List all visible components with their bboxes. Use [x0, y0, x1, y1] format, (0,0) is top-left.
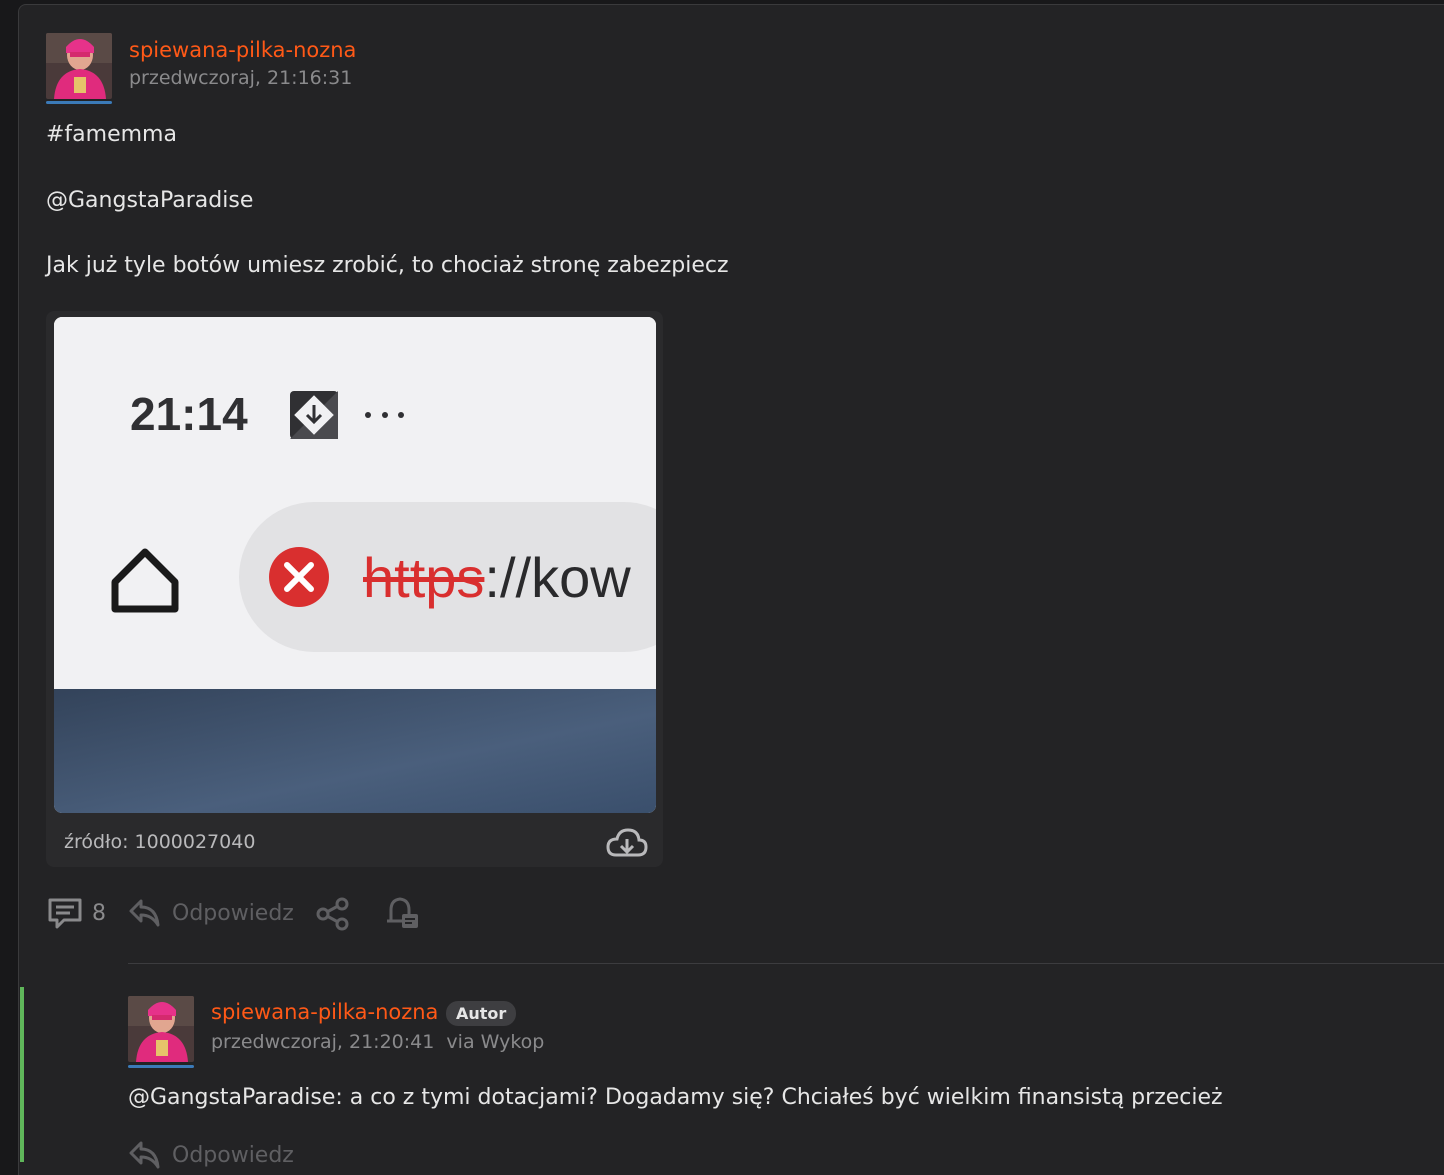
author-username[interactable]: spiewana-pilka-nozna — [129, 38, 356, 62]
screenshot-time: 21:14 — [130, 388, 248, 440]
reply-button[interactable]: Odpowiedz — [128, 898, 294, 928]
thread-line — [20, 987, 24, 1162]
download-icon[interactable] — [606, 827, 648, 865]
screenshot-url-rest: ://kow — [484, 546, 631, 609]
bell-icon — [387, 897, 418, 928]
author-badge: Autor — [446, 1001, 517, 1026]
app-download-icon — [290, 391, 338, 439]
reply-body: : a co z tymi dotacjami? Dogadamy się? C… — [335, 1085, 1223, 1110]
reply-mention[interactable]: @GangstaParadise — [128, 1085, 335, 1110]
avatar-image — [128, 996, 194, 1062]
share-icon — [316, 897, 349, 931]
comments-divider — [128, 963, 1444, 964]
reply-icon — [129, 1141, 160, 1169]
media-embed: 21:14 https://kow źródło: 1000027040 — [46, 311, 663, 867]
comments-icon — [48, 898, 82, 929]
post-tag[interactable]: #famemma — [46, 122, 177, 147]
reply-reply-label: Odpowiedz — [172, 1142, 294, 1168]
reply-icon — [129, 899, 160, 927]
comments-button[interactable]: 8 — [46, 896, 106, 930]
post-mention[interactable]: @GangstaParadise — [46, 188, 253, 213]
share-button[interactable] — [315, 896, 351, 932]
embedded-screenshot[interactable]: 21:14 https://kow — [54, 317, 656, 813]
reply-username[interactable]: spiewana-pilka-nozna — [211, 1000, 438, 1024]
reply-avatar-underline — [128, 1065, 194, 1068]
post-text: Jak już tyle botów umiesz zrobić, to cho… — [46, 253, 729, 278]
avatar-underline — [46, 101, 112, 104]
post-timestamp[interactable]: przedwczoraj, 21:16:31 — [129, 67, 352, 89]
screenshot-url-scheme: https — [363, 546, 485, 609]
notify-button[interactable] — [384, 895, 420, 931]
reply-via: via Wykop — [446, 1031, 545, 1053]
reply-text: @GangstaParadise: a co z tymi dotacjami?… — [128, 1085, 1223, 1110]
reply-user-avatar[interactable] — [128, 996, 194, 1062]
screenshot-url: https://kow — [363, 545, 631, 610]
reply-time[interactable]: przedwczoraj, 21:20:41 — [211, 1031, 434, 1053]
reply-reply-button[interactable]: Odpowiedz — [128, 1140, 294, 1170]
avatar-image — [46, 33, 112, 99]
comment-count: 8 — [92, 900, 106, 926]
image-source: źródło: 1000027040 — [64, 831, 256, 853]
user-avatar[interactable] — [46, 33, 112, 99]
reply-timestamp: przedwczoraj, 21:20:41 via Wykop — [211, 1031, 544, 1053]
reply-label: Odpowiedz — [172, 900, 294, 926]
